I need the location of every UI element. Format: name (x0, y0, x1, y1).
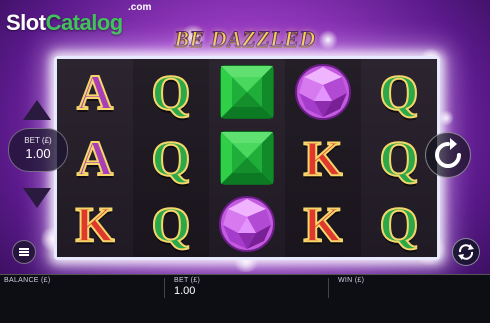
reel-grid: AAKQQQKKQQQ (54, 56, 440, 260)
reel-symbol (209, 125, 285, 191)
symbol-letter-q: Q (379, 196, 420, 252)
symbol-letter-a: A (76, 64, 114, 120)
site-logo-part1: Slot (6, 10, 46, 35)
site-logo: Slot Catalog .com (6, 2, 151, 36)
reel-symbol: Q (361, 59, 437, 125)
bet-selector-label: BET (£) (24, 136, 52, 145)
bottom-info-bar: BALANCE (£) BET (£) 1.00 WIN (£) (0, 274, 490, 323)
reel-symbol: A (57, 59, 133, 125)
hamburger-icon (19, 254, 29, 256)
reel-symbol: K (285, 191, 361, 257)
reel-symbol: Q (133, 191, 209, 257)
green-gem-icon (220, 131, 274, 185)
reel-symbol: K (285, 125, 361, 191)
green-gem-icon (220, 65, 274, 119)
purple-gem-icon (295, 64, 351, 120)
bet-panel-label: BET (£) (174, 277, 201, 284)
panel-divider (328, 278, 329, 298)
autoplay-arrows-icon (458, 244, 474, 260)
refresh-arrow-icon (435, 138, 461, 168)
bet-increase-button[interactable] (23, 100, 51, 120)
reel-symbol (209, 191, 285, 257)
reel-symbol: Q (361, 191, 437, 257)
reel-symbol: A (57, 125, 133, 191)
win-label: WIN (£) (338, 277, 365, 284)
autoplay-button[interactable] (452, 238, 480, 266)
reel-symbol: Q (133, 125, 209, 191)
symbol-letter-q: Q (379, 64, 420, 120)
symbol-letter-k: K (303, 130, 344, 186)
symbol-letter-q: Q (151, 130, 192, 186)
symbol-letter-a: A (76, 130, 114, 186)
purple-gem-icon (219, 196, 275, 252)
spin-button[interactable] (425, 132, 471, 178)
reel-symbol: Q (133, 59, 209, 125)
reel-2: QQQ (133, 59, 209, 257)
symbol-letter-k: K (75, 196, 116, 252)
panel-divider (164, 278, 165, 298)
symbol-letter-q: Q (379, 130, 420, 186)
reel-symbol: K (57, 191, 133, 257)
bet-panel-value: 1.00 (174, 285, 196, 297)
win-panel: WIN (£) (334, 274, 484, 323)
hamburger-icon (19, 248, 29, 250)
balance-panel: BALANCE (£) (0, 274, 164, 323)
reel-3 (209, 59, 285, 257)
reel-1: AAK (57, 59, 133, 257)
bet-decrease-button[interactable] (23, 188, 51, 208)
bet-selector: BET (£) 1.00 (8, 128, 68, 172)
hamburger-icon (19, 251, 29, 253)
site-logo-part2: Catalog (45, 10, 124, 35)
game-title-logo: BE DAZZLED (174, 26, 316, 52)
symbol-letter-q: Q (151, 196, 192, 252)
site-logo-domain: .com (128, 2, 152, 13)
game-screen: Slot Catalog .com BE DAZZLED AAKQQQKKQQQ … (0, 0, 490, 323)
bet-panel: BET (£) 1.00 (170, 274, 326, 323)
reel-symbol (209, 59, 285, 125)
symbol-letter-q: Q (151, 64, 192, 120)
symbol-letter-k: K (303, 196, 344, 252)
menu-button[interactable] (12, 240, 36, 264)
sparkle-decoration (438, 110, 454, 126)
balance-label: BALANCE (£) (4, 277, 51, 284)
bet-selector-value: 1.00 (25, 146, 51, 161)
reel-symbol (285, 59, 361, 125)
reel-4: KK (285, 59, 361, 257)
